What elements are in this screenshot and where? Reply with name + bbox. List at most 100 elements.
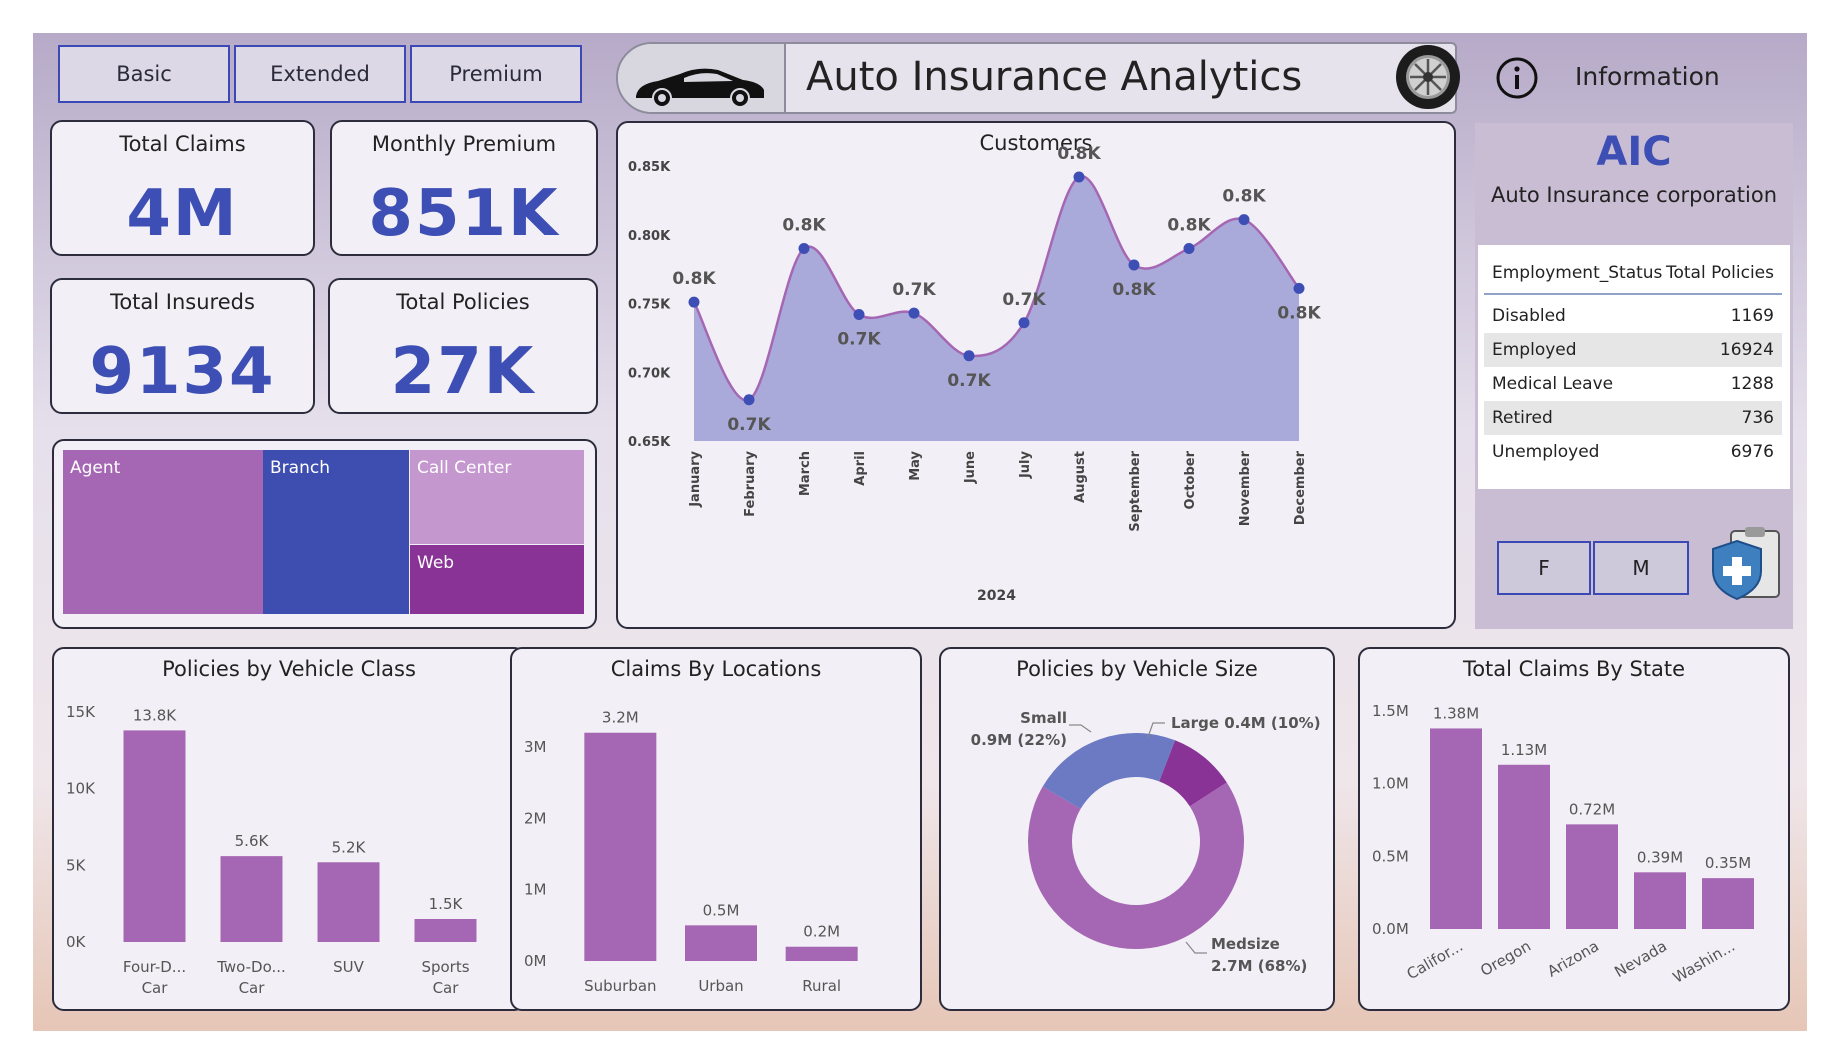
row-total: 6976 (1730, 442, 1774, 462)
row-status: Unemployed (1492, 442, 1600, 462)
premium-button[interactable]: Premium (410, 45, 582, 103)
bar (1566, 824, 1618, 929)
x-tick-label: Car (239, 979, 266, 997)
data-label: 5.6K (235, 832, 270, 850)
customers-point (1073, 171, 1085, 183)
y-tick-label: 5K (66, 856, 87, 874)
bar (785, 946, 858, 961)
vehicle-size-chart: Large 0.4M (10%) Small 0.9M (22%) Medsize 2.… (971, 709, 1321, 975)
row-status: Retired (1492, 408, 1553, 428)
customers-chart-panel: Customers 0.85K 0.80K 0.75K 0.70K 0.65K 0.8K J… (616, 121, 1456, 629)
data-label: 3.2M (602, 709, 639, 727)
customers-point (743, 394, 755, 406)
header-bar: Auto Insurance Analytics (616, 42, 1457, 114)
kpi-title: Total Insureds (110, 290, 255, 314)
x-axis-title: 2024 (977, 588, 1016, 604)
kpi-value: 9134 (89, 335, 276, 409)
data-label: 13.8K (133, 706, 177, 724)
extended-button[interactable]: Extended (234, 45, 406, 103)
company-panel: AIC Auto Insurance corporation Employmen… (1475, 123, 1793, 629)
x-tick-label: July (1018, 450, 1033, 479)
data-label: 0.2M (803, 923, 840, 941)
slice-label-medsize-name: Medsize (1211, 935, 1280, 953)
bar (584, 732, 657, 961)
x-tick-label: March (798, 451, 813, 496)
x-tick-label: SUV (333, 958, 365, 976)
x-tick-label: June (963, 451, 978, 484)
vehicle-class-chart-panel: Policies by Vehicle Class 15K 10K 5K 0K 13.8… (52, 647, 526, 1011)
x-tick-label: Urban (698, 977, 743, 995)
x-tick-label: Nevada (1611, 937, 1670, 981)
employment-table: Employment_Status Total Policies Disable… (1478, 245, 1790, 489)
x-tick-label: Oregon (1477, 937, 1534, 980)
table-row: Disabled 1169 (1484, 299, 1782, 333)
slice-label-small-value: 0.9M (22%) (971, 731, 1067, 749)
data-label: 0.8K (1277, 303, 1321, 323)
information-label[interactable]: Information (1575, 62, 1720, 91)
info-icon[interactable] (1495, 56, 1539, 100)
locations-chart-panel: Claims By Locations 3M 2M 1M 0M 3.2M Suburban… (510, 647, 922, 1011)
data-label: 0.39M (1637, 848, 1683, 866)
data-label: 0.8K (1112, 280, 1156, 300)
data-label: 0.8K (1057, 144, 1101, 164)
x-tick-label: Suburban (584, 977, 656, 995)
bar (123, 730, 186, 942)
kpi-title: Total Claims (119, 132, 246, 156)
row-total: 16924 (1719, 340, 1774, 360)
y-tick-label: 0.80K (628, 229, 671, 244)
treemap-cell-web[interactable]: Web (410, 545, 584, 614)
y-tick-label: 15K (66, 703, 96, 721)
basic-button[interactable]: Basic (58, 45, 230, 103)
y-tick-label: 0.70K (628, 366, 671, 381)
vehicle-size-chart-panel: Policies by Vehicle Size Large 0.4M (10%… (939, 647, 1335, 1011)
data-label: 0.8K (1222, 187, 1266, 207)
data-label: 0.7K (1002, 290, 1046, 310)
table-row: Employed 16924 (1484, 333, 1782, 367)
slice-label-medsize-value: 2.7M (68%) (1211, 957, 1307, 975)
y-tick-label: 1M (524, 881, 547, 899)
treemap-cell-call-center[interactable]: Call Center (410, 450, 584, 544)
table-row: Unemployed 6976 (1484, 435, 1782, 469)
y-tick-label: 0.85K (628, 160, 671, 175)
y-tick-label: 10K (66, 780, 96, 798)
kpi-value: 851K (368, 177, 560, 251)
x-tick-label: January (688, 450, 703, 507)
y-tick-label: 1.5M (1372, 702, 1409, 720)
table-row: Medical Leave 1288 (1484, 367, 1782, 401)
x-tick-label: Sports (421, 958, 469, 976)
kpi-card-total-claims: Total Claims 4M (50, 120, 315, 256)
y-tick-label: 2M (524, 809, 547, 827)
data-label: 0.5M (703, 901, 740, 919)
treemap-cell-branch[interactable]: Branch (263, 450, 409, 614)
row-total: 1288 (1730, 374, 1774, 394)
tire-icon (1396, 45, 1460, 109)
data-label: 0.7K (892, 280, 936, 300)
treemap-cell-agent[interactable]: Agent (63, 450, 263, 614)
x-tick-label: Califor... (1404, 937, 1466, 983)
customers-chart: 0.85K 0.80K 0.75K 0.70K 0.65K 0.8K January 0.7K… (628, 144, 1321, 604)
state-chart: 1.5M 1.0M 0.5M 0.0M 1.38M Califor... 1.13M Oreg… (1372, 702, 1754, 987)
column-header-total[interactable]: Total Policies (1666, 263, 1774, 283)
data-label: 1.13M (1501, 741, 1547, 759)
row-total: 736 (1741, 408, 1774, 428)
customers-point (1128, 259, 1140, 271)
car-icon (636, 68, 764, 108)
y-tick-label: 0.5M (1372, 847, 1409, 865)
bar (1634, 872, 1686, 929)
company-abbr: AIC (1596, 129, 1672, 175)
gender-f-button[interactable]: F (1497, 541, 1591, 595)
x-tick-label: December (1293, 450, 1308, 525)
customers-point (798, 243, 810, 254)
column-header-status[interactable]: Employment_Status (1492, 263, 1662, 283)
gender-m-button[interactable]: M (1593, 541, 1689, 595)
data-label: 0.8K (672, 269, 716, 289)
x-tick-label: Washin... (1670, 937, 1738, 987)
x-tick-label: Arizona (1544, 937, 1602, 981)
data-label: 5.2K (332, 838, 367, 856)
bar (685, 925, 757, 961)
y-tick-label: 0.75K (628, 298, 671, 313)
y-tick-label: 0.0M (1372, 920, 1409, 938)
kpi-title: Total Policies (396, 290, 530, 314)
customers-point (1183, 243, 1195, 254)
table-row: Retired 736 (1484, 401, 1782, 435)
